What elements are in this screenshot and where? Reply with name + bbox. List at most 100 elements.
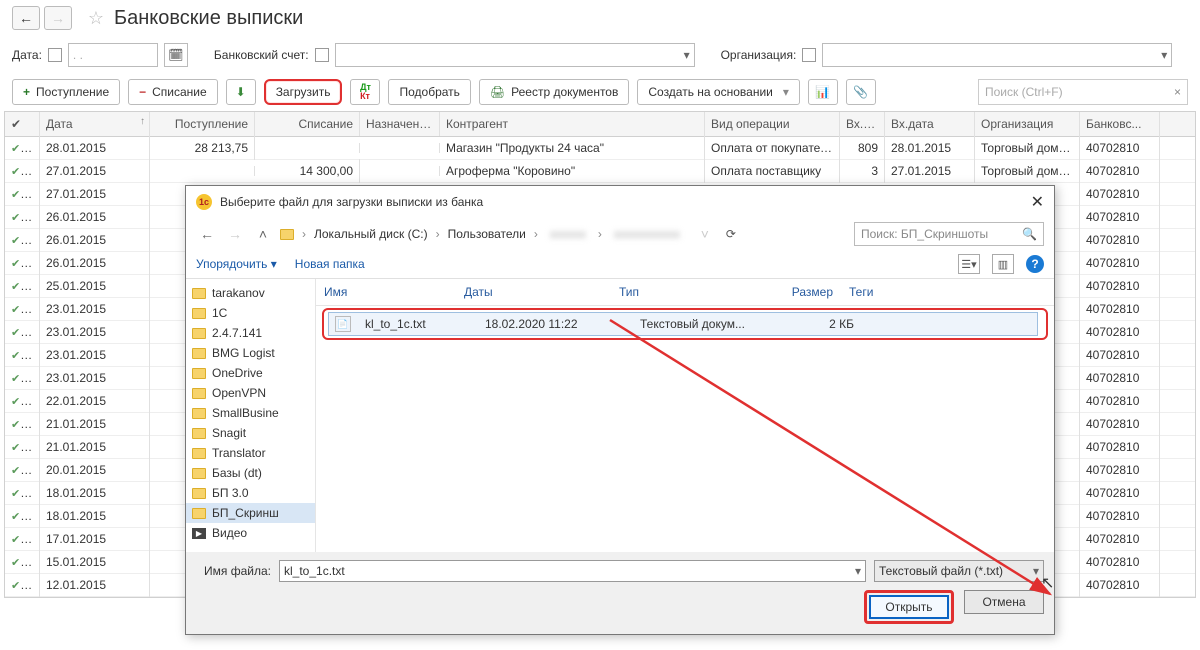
open-button-highlight: Открыть <box>864 590 954 624</box>
table-row[interactable]: ✔ 📄28.01.201528 213,75Магазин "Продукты … <box>5 137 1195 160</box>
org-select[interactable]: ▾ <box>822 43 1172 67</box>
col-indate[interactable]: Вх.дата <box>885 112 975 136</box>
col-filetype[interactable]: Тип <box>611 283 766 301</box>
col-filesize[interactable]: Размер <box>766 283 841 301</box>
download-icon-button[interactable]: ⬇ <box>226 79 256 105</box>
dialog-close-button[interactable]: ✕ <box>1031 192 1044 212</box>
col-out[interactable]: Списание <box>255 112 360 136</box>
refresh-icon[interactable]: ⟳ <box>726 227 736 241</box>
search-placeholder: Поиск (Ctrl+F) <box>985 85 1063 99</box>
drive-icon <box>280 229 294 240</box>
date-checkbox[interactable] <box>48 48 62 62</box>
search-input[interactable]: Поиск (Ctrl+F) × <box>978 79 1188 105</box>
tree-item[interactable]: Snagit <box>186 423 315 443</box>
cancel-button[interactable]: Отмена <box>964 590 1044 614</box>
dtkt-button[interactable]: ДтКт <box>350 79 380 105</box>
grid-header: ✔ Дата↑ Поступление Списание Назначени..… <box>5 112 1195 137</box>
file-date: 18.02.2020 11:22 <box>477 315 632 333</box>
filename-input[interactable]: kl_to_1c.txt▾ <box>279 560 866 582</box>
path-dropdown-icon[interactable]: ˅ <box>694 223 716 245</box>
tree-item[interactable]: БП_Скринш <box>186 503 315 523</box>
tree-item[interactable]: Базы (dt) <box>186 463 315 483</box>
col-filename[interactable]: Имя <box>316 283 456 301</box>
expense-button[interactable]: −Списание <box>128 79 218 105</box>
expense-label: Списание <box>152 85 207 99</box>
print-icon: 🖨 <box>490 85 505 99</box>
file-icon: 📄 <box>335 316 351 332</box>
org-checkbox[interactable] <box>802 48 816 62</box>
tree-item[interactable]: ▶Видео <box>186 523 315 543</box>
file-type: Текстовый докум... <box>632 315 787 333</box>
tree-item[interactable]: SmallBusine <box>186 403 315 423</box>
filter-row: Дата: . . 🗓 Банковский счет: ▾ Организац… <box>0 37 1200 73</box>
file-row[interactable]: 📄 kl_to_1c.txt 18.02.2020 11:22 Текстовы… <box>328 312 1038 336</box>
file-pane: Имя Даты Тип Размер Теги 📄 kl_to_1c.txt … <box>316 279 1054 552</box>
dialog-titlebar: 1c Выберите файл для загрузки выписки из… <box>186 186 1054 218</box>
nav-up-icon[interactable]: ˄ <box>252 223 274 245</box>
date-label: Дата: <box>12 48 42 62</box>
tree-item[interactable]: 1C <box>186 303 315 323</box>
path-users[interactable]: Пользователи <box>448 227 526 241</box>
file-columns: Имя Даты Тип Размер Теги <box>316 279 1054 306</box>
forward-button[interactable]: → <box>44 6 72 30</box>
path-disk[interactable]: Локальный диск (C:) <box>314 227 428 241</box>
col-acc[interactable]: Банковс... <box>1080 112 1160 136</box>
col-filetags[interactable]: Теги <box>841 283 1054 301</box>
file-row-highlight: 📄 kl_to_1c.txt 18.02.2020 11:22 Текстовы… <box>322 308 1048 340</box>
table-row[interactable]: ✔ 📄27.01.201514 300,00Агроферма "Коровин… <box>5 160 1195 183</box>
income-button[interactable]: +Поступление <box>12 79 120 105</box>
chart-icon-button[interactable]: 📊 <box>808 79 838 105</box>
attach-icon-button[interactable]: 📎 <box>846 79 876 105</box>
organize-menu[interactable]: Упорядочить ▾ <box>196 257 277 271</box>
app-icon: 1c <box>196 194 212 210</box>
pick-button[interactable]: Подобрать <box>388 79 470 105</box>
filetype-select[interactable]: Текстовый файл (*.txt)▾ <box>874 560 1044 582</box>
date-input[interactable]: . . <box>68 43 158 67</box>
col-num[interactable]: Вх.н... <box>840 112 885 136</box>
page-title: Банковские выписки <box>114 7 303 30</box>
col-org[interactable]: Организация <box>975 112 1080 136</box>
col-contr[interactable]: Контрагент <box>440 112 705 136</box>
clear-icon[interactable]: × <box>1174 85 1181 99</box>
account-select[interactable]: ▾ <box>335 43 695 67</box>
view-preview-icon[interactable]: ▥ <box>992 254 1014 274</box>
new-folder-button[interactable]: Новая папка <box>295 257 365 271</box>
path-blurred-1: xxxxxx <box>546 227 590 241</box>
registry-button[interactable]: 🖨Реестр документов <box>479 79 629 105</box>
tree-item[interactable]: OneDrive <box>186 363 315 383</box>
dialog-bottom: Имя файла: kl_to_1c.txt▾ Текстовый файл … <box>186 552 1054 634</box>
help-icon[interactable]: ? <box>1026 255 1044 273</box>
folder-tree[interactable]: tarakanov1C2.4.7.141BMG LogistOneDriveOp… <box>186 279 316 552</box>
nav-back-icon[interactable]: ← <box>196 223 218 245</box>
dialog-search-input[interactable]: Поиск: БП_Скриншоты🔍 <box>854 222 1044 246</box>
col-in[interactable]: Поступление <box>150 112 255 136</box>
nav-forward-icon[interactable]: → <box>224 223 246 245</box>
org-label: Организация: <box>721 48 797 62</box>
col-purpose[interactable]: Назначени... <box>360 112 440 136</box>
load-button[interactable]: Загрузить <box>264 79 343 105</box>
tree-item[interactable]: Translator <box>186 443 315 463</box>
file-dialog: 1c Выберите файл для загрузки выписки из… <box>185 185 1055 635</box>
tree-item[interactable]: 2.4.7.141 <box>186 323 315 343</box>
title-bar: ← → ☆ Банковские выписки <box>0 0 1200 37</box>
tree-item[interactable]: OpenVPN <box>186 383 315 403</box>
star-icon[interactable]: ☆ <box>84 6 108 30</box>
back-button[interactable]: ← <box>12 6 40 30</box>
calendar-icon[interactable]: 🗓 <box>164 43 188 67</box>
col-oper[interactable]: Вид операции <box>705 112 840 136</box>
create-based-button[interactable]: Создать на основании▾ <box>637 79 800 105</box>
col-date[interactable]: Дата↑ <box>40 112 150 136</box>
dialog-title: Выберите файл для загрузки выписки из ба… <box>220 195 483 209</box>
filename-label: Имя файла: <box>196 564 271 578</box>
tree-item[interactable]: BMG Logist <box>186 343 315 363</box>
tree-item[interactable]: БП 3.0 <box>186 483 315 503</box>
col-check[interactable]: ✔ <box>5 112 40 136</box>
account-label: Банковский счет: <box>214 48 309 62</box>
account-checkbox[interactable] <box>315 48 329 62</box>
dialog-nav: ← → ˄ › Локальный диск (C:) › Пользовате… <box>186 218 1054 250</box>
open-button[interactable]: Открыть <box>869 595 949 619</box>
load-label: Загрузить <box>276 85 331 99</box>
tree-item[interactable]: tarakanov <box>186 283 315 303</box>
col-filedate[interactable]: Даты <box>456 283 611 301</box>
view-list-icon[interactable]: ☰▾ <box>958 254 980 274</box>
